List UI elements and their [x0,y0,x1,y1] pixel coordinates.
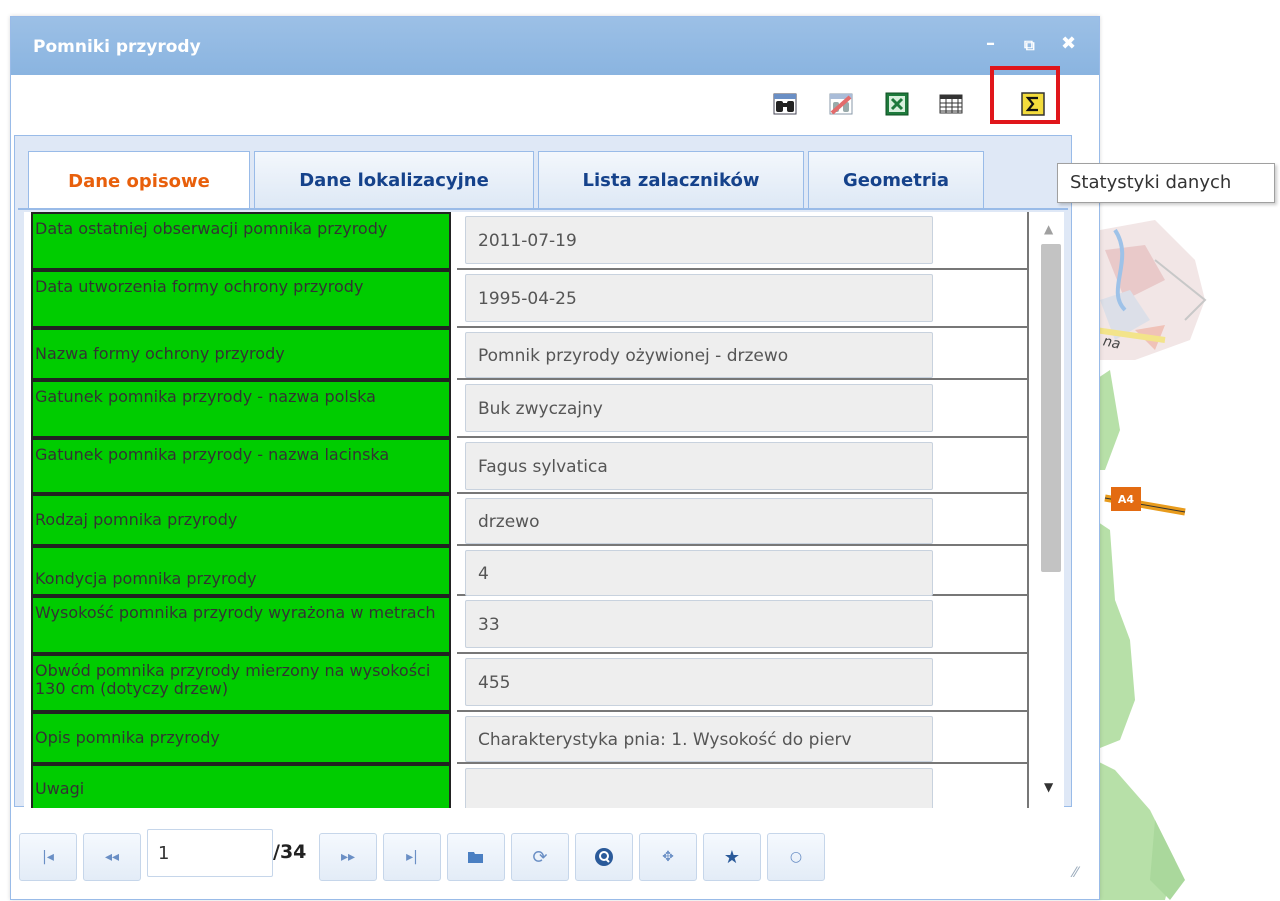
next-page-icon: ▸▸ [340,849,356,865]
road-shield-a4: A4 [1111,487,1141,511]
binoculars-icon [773,93,797,115]
row-label: Gatunek pomnika przyrody - nazwa lacinsk… [31,438,451,494]
scroll-down-icon[interactable]: ▼ [1044,780,1053,794]
row-label: Opis pomnika przyrody [31,712,451,764]
tab-dane-lokalizacyjne[interactable]: Dane lokalizacyjne [254,151,534,209]
value-cell: 4 [457,546,1029,596]
value-field[interactable]: 1995-04-25 [465,274,933,322]
table-row: Kondycja pomnika przyrody 4 [24,546,1029,596]
value-field[interactable]: 455 [465,658,933,706]
value-cell: 455 [457,654,1029,712]
tab-geometria[interactable]: Geometria [808,151,984,209]
table-row: Obwód pomnika przyrody mierzony na wysok… [24,654,1029,712]
close-icon[interactable]: ✖ [1061,33,1076,54]
table-row: Opis pomnika przyrody Charakterystyka pn… [24,712,1029,764]
value-cell: Fagus sylvatica [457,438,1029,494]
value-field[interactable]: Charakterystyka pnia: 1. Wysokość do pie… [465,716,933,762]
next-page-button[interactable]: ▸▸ [319,833,377,881]
value-cell: 1995-04-25 [457,270,1029,328]
attribute-grid: Data ostatniej obserwacji pomnika przyro… [24,212,1064,808]
zoom-button[interactable] [575,833,633,881]
tab-dane-opisowe[interactable]: Dane opisowe [28,151,250,210]
value-field[interactable]: 33 [465,600,933,648]
favorite-button[interactable]: ★ [703,833,761,881]
row-label: Data utworzenia formy ochrony przyrody [31,270,451,328]
row-label: Uwagi [31,764,451,808]
street-label: na [1101,333,1122,353]
row-label: Obwód pomnika przyrody mierzony na wysok… [31,654,451,712]
popout-icon[interactable]: ⧉ [1024,36,1035,54]
page-number-input[interactable]: 1 [147,829,273,877]
value-field[interactable]: Pomnik przyrody ożywionej - drzewo [465,332,933,378]
first-page-icon: |◂ [42,849,54,865]
value-cell: Charakterystyka pnia: 1. Wysokość do pie… [457,712,1029,764]
value-field[interactable]: Buk zwyczajny [465,384,933,432]
resize-handle-icon[interactable]: ⁄⁄ [1073,865,1078,881]
table-row: Nazwa formy ochrony przyrody Pomnik przy… [24,328,1029,380]
value-cell: 33 [457,596,1029,654]
statistics-tooltip: Statystyki danych [1057,163,1275,203]
value-field[interactable]: Fagus sylvatica [465,442,933,490]
pan-button[interactable]: ✥ [639,833,697,881]
row-label: Wysokość pomnika przyrody wyrażona w met… [31,596,451,654]
last-page-button[interactable]: ▸| [383,833,441,881]
value-cell [457,764,1029,808]
minimize-icon[interactable]: – [986,33,995,54]
row-label: Nazwa formy ochrony przyrody [31,328,451,380]
circle-button[interactable]: ○ [767,833,825,881]
excel-export-button[interactable] [879,87,915,121]
row-label: Kondycja pomnika przyrody [31,546,451,596]
refresh-button[interactable]: ⟳ [511,833,569,881]
table-columns-button[interactable] [933,87,969,121]
row-label: Gatunek pomnika przyrody - nazwa polska [31,380,451,438]
prev-page-icon: ◂◂ [104,849,120,865]
value-cell: Pomnik przyrody ożywionej - drzewo [457,328,1029,380]
value-field[interactable]: 4 [465,550,933,596]
table-row: Data ostatniej obserwacji pomnika przyro… [24,212,1029,270]
refresh-icon: ⟳ [532,846,548,868]
circle-icon: ○ [789,849,803,865]
vertical-scrollbar[interactable]: ▲ ▼ [1035,212,1063,808]
value-cell: drzewo [457,494,1029,546]
search-binoculars-button[interactable] [767,87,803,121]
table-columns-icon [939,94,963,114]
table-row: Wysokość pomnika przyrody wyrażona w met… [24,596,1029,654]
value-field[interactable] [465,768,933,808]
table-row: Uwagi [24,764,1029,808]
page-total: /34 [273,841,307,863]
value-field[interactable]: drzewo [465,498,933,544]
last-page-icon: ▸| [406,849,418,865]
prev-page-button[interactable]: ◂◂ [83,833,141,881]
statistics-highlight-box [990,66,1060,124]
map-background[interactable]: A4 na [1095,0,1280,900]
value-field[interactable]: 2011-07-19 [465,216,933,264]
table-row: Gatunek pomnika przyrody - nazwa lacinsk… [24,438,1029,494]
clear-filter-icon [829,93,853,115]
pan-icon: ✥ [662,849,674,865]
table-row: Rodzaj pomnika przyrody drzewo [24,494,1029,546]
pomniki-window: Pomniki przyrody – ⧉ ✖ Dane opisowe Dane… [10,16,1100,900]
tab-lista-zalacznikow[interactable]: Lista zalaczników [538,151,804,209]
open-folder-button[interactable] [447,833,505,881]
table-row: Gatunek pomnika przyrody - nazwa polska … [24,380,1029,438]
favorite-star-icon: ★ [723,846,741,868]
value-cell: Buk zwyczajny [457,380,1029,438]
window-toolbar [11,75,1099,135]
row-label: Data ostatniej obserwacji pomnika przyro… [31,212,451,270]
value-cell: 2011-07-19 [457,212,1029,270]
open-folder-icon [468,852,483,863]
window-titlebar[interactable]: Pomniki przyrody – ⧉ ✖ [11,17,1099,75]
zoom-icon [595,848,613,866]
tab-strip-border [18,208,1068,210]
scroll-up-icon[interactable]: ▲ [1044,222,1053,236]
paging-toolbar: |◂ ◂◂ 1 /34 ▸▸ ▸| ⟳ ✥ ★ ○ [11,807,1101,901]
tab-panel: Dane opisowe Dane lokalizacyjne Lista za… [14,135,1072,808]
first-page-button[interactable]: |◂ [19,833,77,881]
excel-export-icon [885,92,909,116]
row-label: Rodzaj pomnika przyrody [31,494,451,546]
scroll-thumb[interactable] [1041,244,1061,572]
window-title: Pomniki przyrody [33,37,201,57]
clear-filter-button[interactable] [823,87,859,121]
table-row: Data utworzenia formy ochrony przyrody 1… [24,270,1029,328]
